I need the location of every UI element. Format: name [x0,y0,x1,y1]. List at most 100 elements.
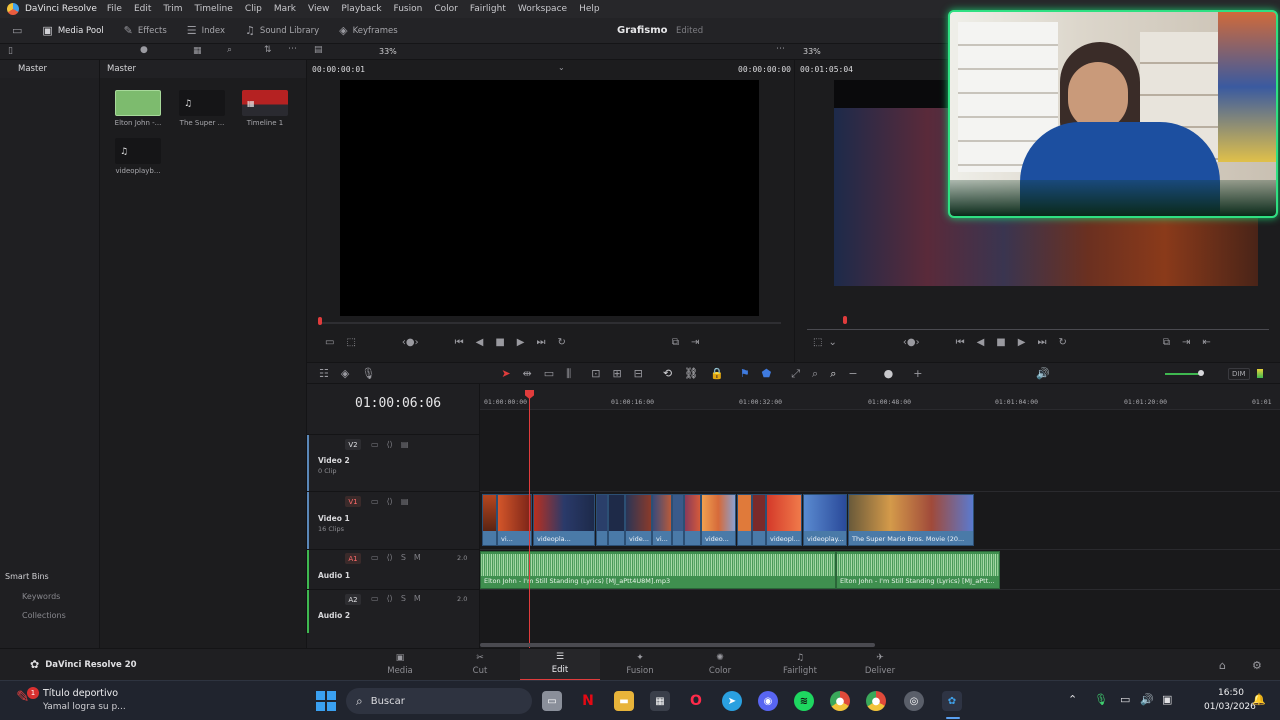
play-icon[interactable]: ▶ [517,338,525,348]
linked-selection-icon[interactable]: ⛓ [684,368,698,379]
collections-bin[interactable]: Collections [22,611,66,620]
zoom-detail-icon[interactable]: ⌕ [812,368,818,379]
lock-icon[interactable]: ▭ [371,594,379,603]
master-bin[interactable]: Master [0,60,99,78]
stop-icon[interactable]: ■ [495,338,504,348]
volume-icon[interactable]: 🔊 [1036,368,1050,379]
auto-select-icon[interactable]: ⟨⟩ [387,497,393,506]
video-clip[interactable]: video... [701,494,736,546]
viewer-layout-icon[interactable]: ▤ [314,46,323,55]
microphone-tray-icon[interactable]: 🎙 [1094,694,1108,705]
timeline-jog-icon[interactable]: ‹●› [903,338,920,348]
source-video-frame[interactable] [340,80,759,316]
video-clip[interactable] [608,494,625,546]
chrome-icon[interactable]: ● [830,691,850,711]
video-clip[interactable]: vide... [625,494,652,546]
media-clip[interactable]: ▦ Timeline 1 [240,90,290,127]
track-enable-icon[interactable]: ▤ [401,440,409,449]
tab-cut[interactable]: ✂ Cut [440,649,520,681]
keyframes-button[interactable]: ◈ Keyframes [329,18,408,44]
lock-icon[interactable]: ▭ [371,497,379,506]
auto-select-icon[interactable]: ⟨⟩ [387,594,393,603]
source-overlay-icon[interactable]: ⬚ [346,338,355,348]
timeline-playhead[interactable] [529,392,530,648]
timeline-skip-forward-icon[interactable]: ⏭ [1037,338,1046,348]
taskbar-search[interactable]: ⌕ Buscar [346,688,532,714]
video-clip[interactable]: videopla... [533,494,595,546]
viewer-options-icon[interactable]: ⋯ [776,45,785,54]
track-enable-icon[interactable]: ▤ [401,497,409,506]
source-view-options-icon[interactable]: ▭ [325,338,334,348]
media-pool-button[interactable]: ▣ Media Pool [32,18,113,44]
auto-select-icon[interactable]: ⟨⟩ [387,440,393,449]
menu-color[interactable]: Color [434,4,458,14]
skip-forward-icon[interactable]: ⏭ [537,338,546,348]
menu-clip[interactable]: Clip [245,4,262,14]
menu-edit[interactable]: Edit [134,4,151,14]
mute-button[interactable]: M [414,553,421,562]
speaker-icon[interactable]: 🔊 [1140,694,1154,705]
loop-icon[interactable]: ↻ [558,338,566,348]
opera-icon[interactable]: O [686,691,706,711]
home-icon[interactable]: ⌂ [1219,660,1226,671]
mute-button[interactable]: M [414,594,421,603]
spotify-icon[interactable]: ≋ [794,691,814,711]
zoom-full-icon[interactable]: ⤢ [791,368,800,379]
timeline-area[interactable]: 01:00:00:00 01:00:16:00 01:00:32:00 01:0… [480,384,1280,648]
timeline-ruler[interactable] [480,384,1280,410]
skip-back-icon[interactable]: ⏮ [455,338,464,348]
dynamic-trim-icon[interactable]: ▭ [544,368,554,379]
menu-playback[interactable]: Playback [341,4,381,14]
source-dropdown-icon[interactable]: ⌄ [558,64,565,72]
track-header-a2[interactable]: A2 ▭ ⟨⟩ S M 2.0 Audio 2 [307,589,480,633]
notifications-bell-icon[interactable]: 🔔 [1252,694,1266,705]
task-view-icon[interactable]: ▭ [542,691,562,711]
insert-clip-icon[interactable]: ⊡ [591,368,600,379]
menu-fairlight[interactable]: Fairlight [470,4,506,14]
tray-overflow-icon[interactable]: ⌃ [1068,694,1077,705]
sort-icon[interactable]: ⇅ [264,46,272,55]
keywords-bin[interactable]: Keywords [22,592,60,601]
file-explorer-icon[interactable]: ▬ [614,691,634,711]
menu-help[interactable]: Help [579,4,600,14]
transform-dropdown-icon[interactable]: ⌄ [828,338,836,348]
notification-widget[interactable]: ✎ 1 [16,687,39,711]
video-clip[interactable] [752,494,766,546]
solo-button[interactable]: S [401,594,406,603]
volume-slider-handle[interactable] [1198,370,1204,376]
tab-fairlight[interactable]: ♫ Fairlight [760,649,840,681]
windows-start-icon[interactable] [316,691,336,711]
chrome-profile-icon[interactable]: ● [866,691,886,711]
track-header-v2[interactable]: V2 ▭ ⟨⟩ ▤ Video 2 0 Clip [307,434,480,491]
menu-fusion[interactable]: Fusion [394,4,423,14]
clock-time[interactable]: 16:50 [1218,688,1244,698]
battery-icon[interactable]: ▣ [1162,694,1172,705]
timeline-zoom[interactable]: 33% [803,47,821,56]
effects-button[interactable]: ✎ Effects [114,18,177,44]
track-header-a1[interactable]: A1 ▭ ⟨⟩ S M 2.0 Audio 1 [307,549,480,589]
search-icon[interactable]: ⌕ [227,46,232,55]
timeline-scrubber[interactable] [807,329,1269,330]
track-header-v1[interactable]: V1 ▭ ⟨⟩ ▤ Video 1 16 Clips [307,491,480,549]
mark-in-icon[interactable]: ⇥ [691,338,699,348]
lock-icon[interactable]: ▭ [371,440,379,449]
zoom-out-icon[interactable]: − [848,368,857,379]
clock-date[interactable]: 01/03/2026 [1204,702,1256,712]
panel-toggle-icon[interactable]: ▭ [12,25,22,36]
video-clip[interactable] [684,494,701,546]
video-clip[interactable]: videopl... [766,494,802,546]
sound-library-button[interactable]: ♫ Sound Library [235,18,329,44]
zoom-slider-handle[interactable]: ● [884,368,894,379]
video-clip[interactable]: vi... [497,494,532,546]
tab-deliver[interactable]: ✈ Deliver [840,649,920,681]
telegram-icon[interactable]: ➤ [722,691,742,711]
menu-timeline[interactable]: Timeline [195,4,233,14]
play-reverse-icon[interactable]: ◀ [476,338,484,348]
audio-clip[interactable]: Elton John - I'm Still Standing (Lyrics)… [836,551,1000,589]
volume-slider[interactable] [1165,373,1201,375]
tab-edit[interactable]: ☰ Edit [520,649,600,681]
notification-title[interactable]: Título deportivo [43,688,118,699]
tab-color[interactable]: ✺ Color [680,649,760,681]
timeline-scrollbar[interactable] [480,643,875,647]
media-clip[interactable]: Elton John -... [113,90,163,127]
